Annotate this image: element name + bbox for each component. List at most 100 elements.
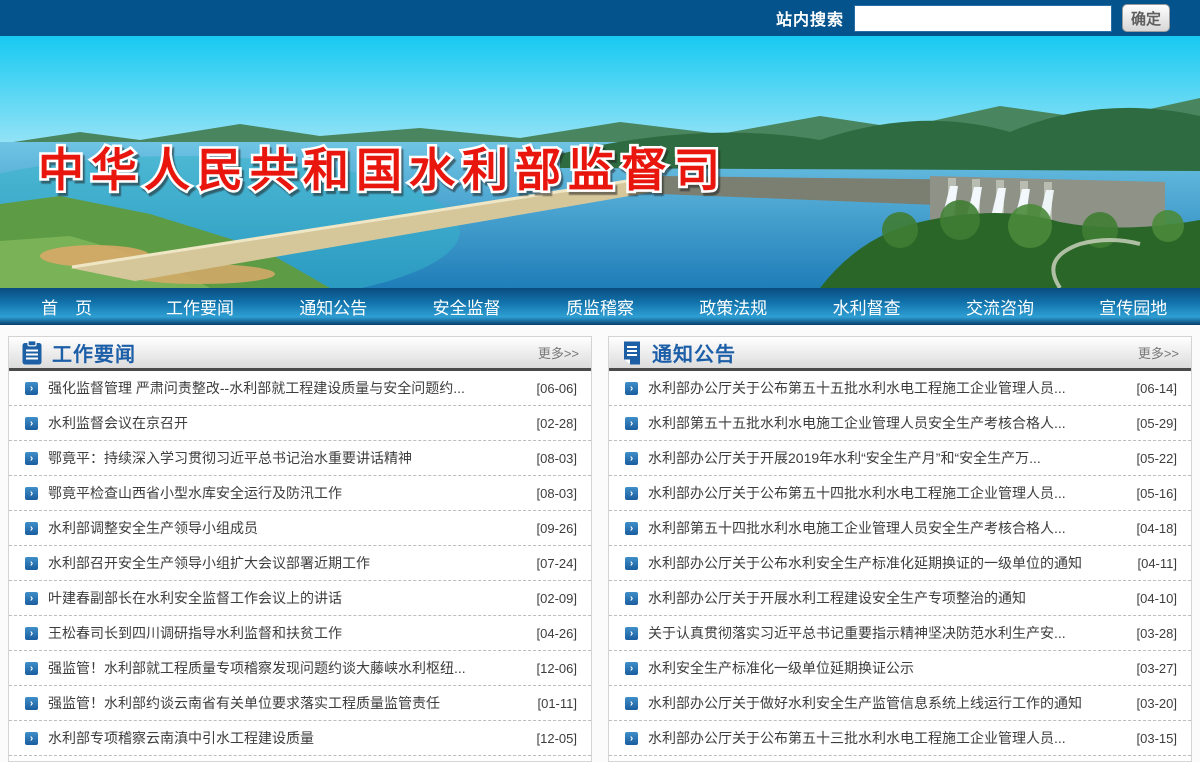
site-search-label: 站内搜索 <box>776 6 844 30</box>
nav-item-publicity[interactable]: 宣传园地 <box>1067 294 1200 319</box>
news-date: [04-18] <box>1137 521 1177 536</box>
arrow-bullet-icon: › <box>625 417 638 430</box>
nav-item-safety-supervision[interactable]: 安全监督 <box>400 294 533 319</box>
nav-item-work-news[interactable]: 工作要闻 <box>133 294 266 319</box>
news-date: [03-28] <box>1137 626 1177 641</box>
news-date: [09-26] <box>537 521 577 536</box>
news-link[interactable]: 水利部召开安全生产领导小组扩大会议部署近期工作 <box>48 553 529 573</box>
news-row: › 水利部第五十四批水利水电施工企业管理人员安全生产考核合格人... [04-18] <box>609 511 1191 546</box>
news-row: › 水利部办公厅关于公布第五十三批水利水电工程施工企业管理人员... [03-15] <box>609 721 1191 756</box>
topbar: 站内搜索 确定 <box>0 0 1200 36</box>
arrow-bullet-icon: › <box>625 697 638 710</box>
news-link[interactable]: 水利部第五十五批水利水电施工企业管理人员安全生产考核合格人... <box>648 413 1129 433</box>
news-link[interactable]: 鄂竟平检查山西省小型水库安全运行及防汛工作 <box>48 483 529 503</box>
news-link[interactable]: 水利部办公厅关于开展水利工程建设安全生产专项整治的通知 <box>648 588 1129 608</box>
news-link[interactable]: 鄂竟平：持续深入学习贯彻习近平总书记治水重要讲话精神 <box>48 448 529 468</box>
news-date: [01-11] <box>537 696 577 711</box>
arrow-bullet-icon: › <box>25 627 38 640</box>
nav-item-quality-inspection[interactable]: 质监稽察 <box>533 294 666 319</box>
news-link[interactable]: 水利部办公厅关于公布第五十三批水利水电工程施工企业管理人员... <box>648 728 1129 748</box>
news-link[interactable]: 关于认真贯彻落实习近平总书记重要指示精神坚决防范水利生产安... <box>648 623 1129 643</box>
arrow-bullet-icon: › <box>25 592 38 605</box>
notices-panel: 通知公告 更多>> ›水利部办公厅关于公布第五十五批水利水电工程施工企业管理人员… <box>608 336 1192 762</box>
work-news-header: 工作要闻 更多>> <box>9 337 591 371</box>
news-link[interactable]: 水利部办公厅关于公布水利安全生产标准化延期换证的一级单位的通知 <box>648 553 1129 573</box>
news-row: › 水利部专项稽察云南滇中引水工程建设质量 [12-05] <box>9 721 591 756</box>
news-link[interactable]: 水利部第五十四批水利水电施工企业管理人员安全生产考核合格人... <box>648 518 1129 538</box>
work-news-more-link[interactable]: 更多>> <box>538 343 579 362</box>
news-row: › 水利部调整安全生产领导小组成员 [09-26] <box>9 511 591 546</box>
arrow-bullet-icon: › <box>625 522 638 535</box>
news-date: [02-09] <box>537 591 577 606</box>
nav-item-water-inspection[interactable]: 水利督查 <box>800 294 933 319</box>
news-date: [07-24] <box>537 556 577 571</box>
arrow-bullet-icon: › <box>625 382 638 395</box>
news-date: [04-10] <box>1137 591 1177 606</box>
notices-list: ›水利部办公厅关于公布第五十五批水利水电工程施工企业管理人员...[06-14]… <box>609 371 1191 756</box>
news-date: [12-05] <box>537 731 577 746</box>
banner-title: 中华人民共和国水利部监督司 <box>38 144 727 196</box>
news-link[interactable]: 水利部办公厅关于公布第五十四批水利水电工程施工企业管理人员... <box>648 483 1129 503</box>
search-confirm-button[interactable]: 确定 <box>1122 4 1170 32</box>
news-row: › 水利部办公厅关于公布第五十四批水利水电工程施工企业管理人员... [05-16] <box>609 476 1191 511</box>
arrow-bullet-icon: › <box>25 697 38 710</box>
arrow-bullet-icon: › <box>25 732 38 745</box>
notices-more-link[interactable]: 更多>> <box>1138 343 1179 362</box>
news-link[interactable]: 水利部办公厅关于公布第五十五批水利水电工程施工企业管理人员... <box>648 378 1129 398</box>
news-row: ›水利部办公厅关于公布第五十五批水利水电工程施工企业管理人员...[06-14] <box>609 371 1191 406</box>
news-date: [08-03] <box>537 451 577 466</box>
work-news-panel: 工作要闻 更多>> › 强化监督管理 严肃问责整改--水利部就工程建设质量与安全问… <box>8 336 592 762</box>
news-row: ›水利部办公厅关于开展2019年水利“安全生产月”和“安全生产万...[05-2… <box>609 441 1191 476</box>
arrow-bullet-icon: › <box>25 522 38 535</box>
news-link[interactable]: 水利安全生产标准化一级单位延期换证公示 <box>648 658 1129 678</box>
news-date: [03-15] <box>1137 731 1177 746</box>
banner-image: 中华人民共和国水利部监督司 <box>0 36 1200 288</box>
work-news-title: 工作要闻 <box>52 338 136 367</box>
news-date: [04-26] <box>537 626 577 641</box>
main-content: 工作要闻 更多>> › 强化监督管理 严肃问责整改--水利部就工程建设质量与安全问… <box>0 325 1200 762</box>
arrow-bullet-icon: › <box>625 732 638 745</box>
arrow-bullet-icon: › <box>25 452 38 465</box>
nav-item-notices[interactable]: 通知公告 <box>267 294 400 319</box>
news-row: ›鄂竟平检查山西省小型水库安全运行及防汛工作[08-03] <box>9 476 591 511</box>
news-row: › 叶建春副部长在水利安全监督工作会议上的讲话 [02-09] <box>9 581 591 616</box>
document-icon <box>621 340 643 366</box>
main-nav: 首 页 工作要闻 通知公告 安全监督 质监稽察 政策法规 水利督查 交流咨询 宣… <box>0 288 1200 325</box>
site-search-input[interactable] <box>854 5 1112 32</box>
news-row: ›水利部办公厅关于做好水利安全生产监管信息系统上线运行工作的通知[03-20] <box>609 686 1191 721</box>
nav-item-exchange-consult[interactable]: 交流咨询 <box>933 294 1066 319</box>
arrow-bullet-icon: › <box>25 417 38 430</box>
nav-item-home[interactable]: 首 页 <box>0 294 133 319</box>
news-row: ›水利部办公厅关于公布水利安全生产标准化延期换证的一级单位的通知[04-11] <box>609 546 1191 581</box>
work-news-list: ›强化监督管理 严肃问责整改--水利部就工程建设质量与安全问题约...[06-0… <box>9 371 591 756</box>
news-link[interactable]: 水利部专项稽察云南滇中引水工程建设质量 <box>48 728 529 748</box>
news-row: ›水利监督会议在京召开[02-28] <box>9 406 591 441</box>
arrow-bullet-icon: › <box>625 592 638 605</box>
news-row: ›水利部第五十五批水利水电施工企业管理人员安全生产考核合格人...[05-29] <box>609 406 1191 441</box>
news-row: › 强监管！水利部约谈云南省有关单位要求落实工程质量监管责任 [01-11] <box>9 686 591 721</box>
news-link[interactable]: 强监管！水利部约谈云南省有关单位要求落实工程质量监管责任 <box>48 693 529 713</box>
news-link[interactable]: 水利部办公厅关于开展2019年水利“安全生产月”和“安全生产万... <box>648 448 1129 468</box>
news-row: ›水利安全生产标准化一级单位延期换证公示[03-27] <box>609 651 1191 686</box>
news-link[interactable]: 水利监督会议在京召开 <box>48 413 529 433</box>
news-link[interactable]: 水利部调整安全生产领导小组成员 <box>48 518 529 538</box>
news-row: ›强化监督管理 严肃问责整改--水利部就工程建设质量与安全问题约...[06-0… <box>9 371 591 406</box>
arrow-bullet-icon: › <box>625 487 638 500</box>
news-link[interactable]: 王松春司长到四川调研指导水利监督和扶贫工作 <box>48 623 529 643</box>
clipboard-icon <box>21 340 43 366</box>
arrow-bullet-icon: › <box>25 382 38 395</box>
news-row: ›强监管！水利部就工程质量专项稽察发现问题约谈大藤峡水利枢纽...[12-06] <box>9 651 591 686</box>
news-link[interactable]: 强监管！水利部就工程质量专项稽察发现问题约谈大藤峡水利枢纽... <box>48 658 529 678</box>
arrow-bullet-icon: › <box>25 557 38 570</box>
news-date: [05-22] <box>1137 451 1177 466</box>
arrow-bullet-icon: › <box>625 627 638 640</box>
news-link[interactable]: 水利部办公厅关于做好水利安全生产监管信息系统上线运行工作的通知 <box>648 693 1129 713</box>
news-date: [05-16] <box>1137 486 1177 501</box>
news-row: › 水利部办公厅关于开展水利工程建设安全生产专项整治的通知 [04-10] <box>609 581 1191 616</box>
news-link[interactable]: 叶建春副部长在水利安全监督工作会议上的讲话 <box>48 588 529 608</box>
news-date: [04-11] <box>1137 556 1177 571</box>
news-row: › 水利部召开安全生产领导小组扩大会议部署近期工作 [07-24] <box>9 546 591 581</box>
news-link[interactable]: 强化监督管理 严肃问责整改--水利部就工程建设质量与安全问题约... <box>48 378 529 398</box>
arrow-bullet-icon: › <box>625 662 638 675</box>
nav-item-policy-regulations[interactable]: 政策法规 <box>667 294 800 319</box>
